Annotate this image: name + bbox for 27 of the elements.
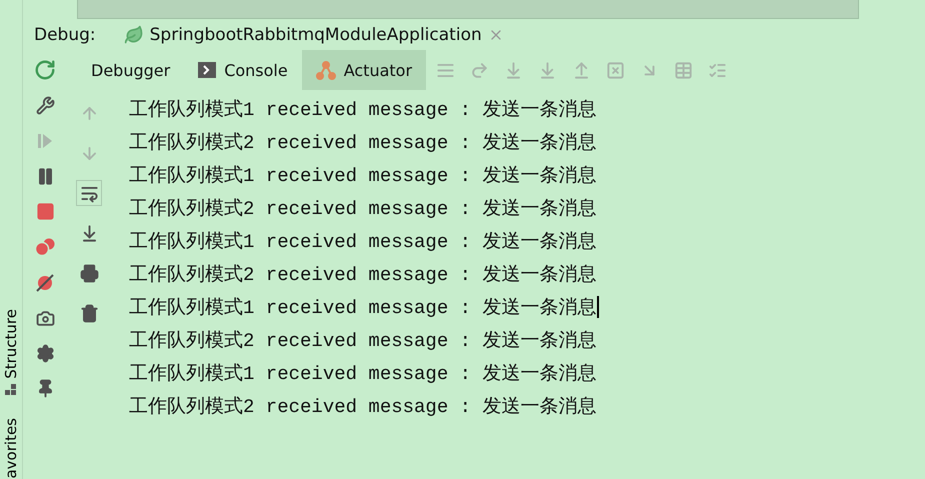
tab[interactable]: Actuator	[302, 50, 426, 90]
breakpoints-icon[interactable]	[34, 237, 56, 257]
console-line: 工作队列模式1 received message : 发送一条消息	[129, 362, 596, 386]
console-line: 工作队列模式1 received message : 发送一条消息	[129, 98, 596, 122]
console-line: 工作队列模式1 received message : 发送一条消息	[129, 164, 596, 188]
wrench-icon[interactable]	[36, 96, 54, 115]
camera-icon[interactable]	[36, 309, 54, 328]
session-tab[interactable]: SpringbootRabbitmqModuleApplication	[150, 25, 482, 45]
console-line: 工作队列模式2 received message : 发送一条消息	[129, 130, 596, 154]
tab[interactable]: Console	[184, 50, 302, 90]
console-line: 工作队列模式2 received message : 发送一条消息	[129, 328, 596, 352]
console-line: 工作队列模式1 received message : 发送一条消息	[129, 296, 596, 320]
console-line: 工作队列模式2 received message : 发送一条消息	[129, 196, 596, 220]
tab[interactable]: Debugger	[77, 50, 184, 90]
debug-label: Debug:	[34, 25, 96, 45]
mute-breakpoints-icon[interactable]	[35, 273, 55, 293]
leaf-icon	[124, 25, 144, 45]
console-icon	[198, 62, 216, 78]
rerun-icon[interactable]	[34, 59, 56, 81]
side-panel-tab[interactable]: Structure	[2, 308, 20, 378]
stop-icon[interactable]	[36, 202, 54, 221]
actuator-icon	[316, 60, 336, 80]
console-line: 工作队列模式2 received message : 发送一条消息	[129, 394, 596, 418]
console-line: 工作队列模式2 received message : 发送一条消息	[129, 262, 596, 286]
console-line: 工作队列模式1 received message : 发送一条消息	[129, 230, 596, 254]
structure-icon	[5, 384, 17, 396]
side-panel-tab[interactable]: avorites	[2, 418, 20, 479]
